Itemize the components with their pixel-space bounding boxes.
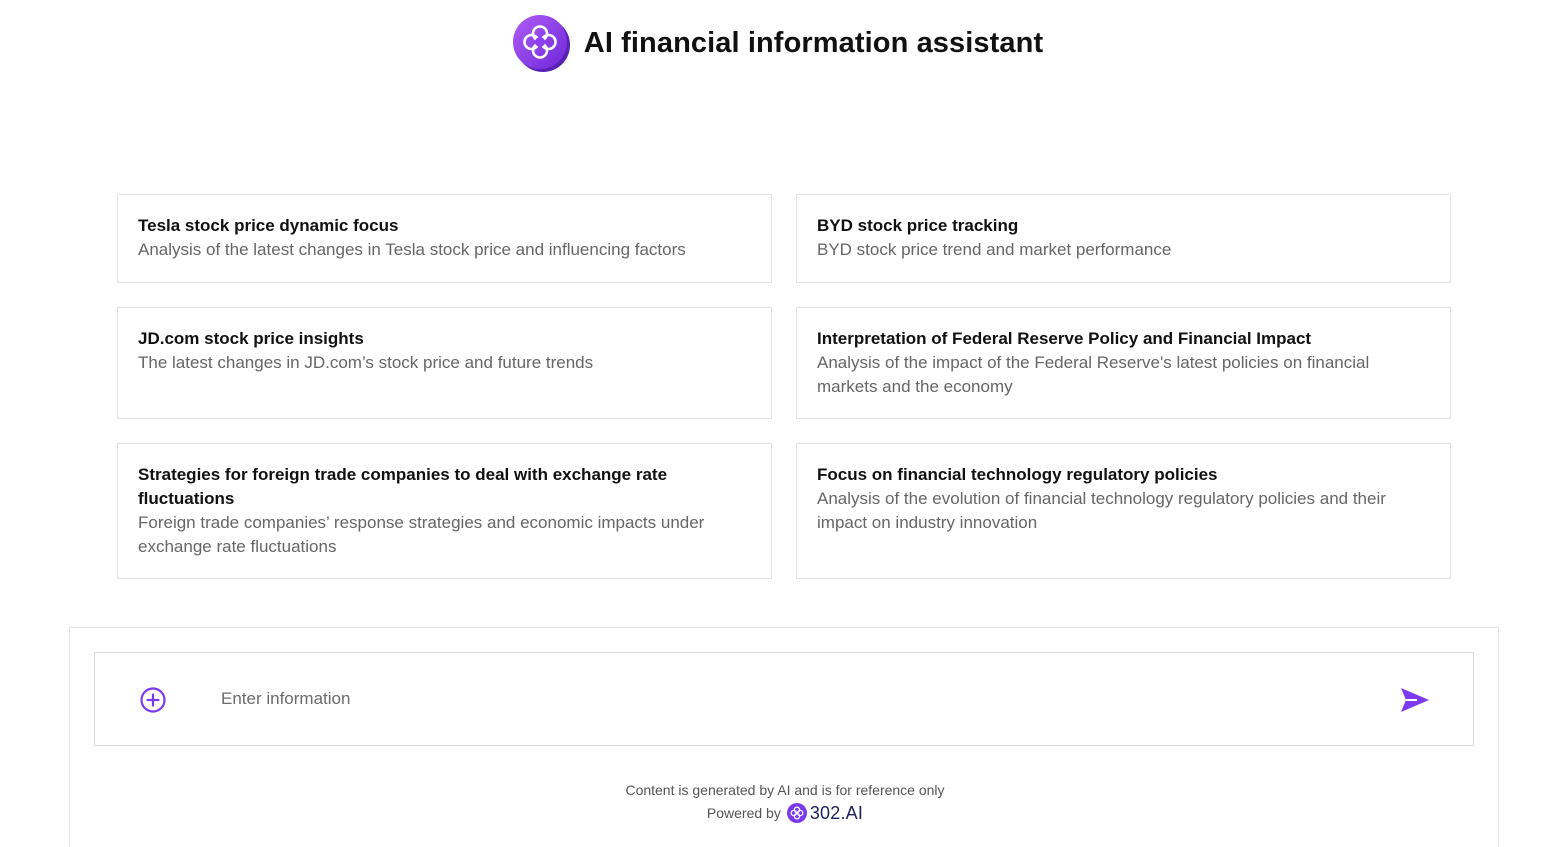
suggestion-card-description: Analysis of the impact of the Federal Re… bbox=[817, 353, 1370, 396]
page-title: AI financial information assistant bbox=[583, 26, 1044, 59]
suggestion-card-title: Interpretation of Federal Reserve Policy… bbox=[817, 329, 1312, 348]
brand-logo-icon bbox=[786, 803, 807, 823]
clover-logo-icon bbox=[512, 14, 570, 72]
suggestion-card-title: BYD stock price tracking bbox=[817, 216, 1019, 235]
suggestion-card-description: Analysis of the evolution of financial t… bbox=[817, 489, 1386, 532]
brand-name[interactable]: 302.AI bbox=[810, 803, 863, 823]
suggestion-card[interactable]: JD.com stock price insights The latest c… bbox=[117, 307, 772, 419]
message-input[interactable] bbox=[221, 683, 1371, 715]
footer: Content is generated by AI and is for re… bbox=[70, 781, 1500, 823]
suggestion-card[interactable]: Tesla stock price dynamic focus Analysis… bbox=[117, 194, 772, 283]
suggestion-card-title: Tesla stock price dynamic focus bbox=[138, 216, 399, 235]
send-icon[interactable] bbox=[1399, 686, 1431, 714]
chat-input-panel: Content is generated by AI and is for re… bbox=[69, 627, 1499, 847]
suggestion-card-description: The latest changes in JD.com’s stock pri… bbox=[138, 353, 594, 372]
suggestion-card-title: Strategies for foreign trade companies t… bbox=[138, 465, 668, 508]
ai-disclaimer: Content is generated by AI and is for re… bbox=[625, 782, 945, 798]
suggestion-card-title: Focus on financial technology regulatory… bbox=[817, 465, 1218, 484]
powered-by-label: Powered by bbox=[706, 805, 781, 821]
powered-by: Powered by 302.AI bbox=[70, 803, 1500, 823]
suggestion-card[interactable]: BYD stock price tracking BYD stock price… bbox=[796, 194, 1451, 283]
suggestion-card-description: BYD stock price trend and market perform… bbox=[817, 240, 1172, 259]
suggestion-grid: Tesla stock price dynamic focus Analysis… bbox=[117, 194, 1451, 579]
suggestion-card[interactable]: Focus on financial technology regulatory… bbox=[796, 443, 1451, 579]
suggestion-card-description: Analysis of the latest changes in Tesla … bbox=[138, 240, 686, 259]
chat-input-box bbox=[94, 652, 1474, 746]
suggestion-card[interactable]: Interpretation of Federal Reserve Policy… bbox=[796, 307, 1451, 419]
suggestion-card-description: Foreign trade companies’ response strate… bbox=[138, 513, 705, 556]
plus-circle-icon[interactable] bbox=[139, 686, 167, 714]
app-header: AI financial information assistant bbox=[0, 13, 1555, 73]
suggestion-card-title: JD.com stock price insights bbox=[138, 329, 364, 348]
suggestion-card[interactable]: Strategies for foreign trade companies t… bbox=[117, 443, 772, 579]
